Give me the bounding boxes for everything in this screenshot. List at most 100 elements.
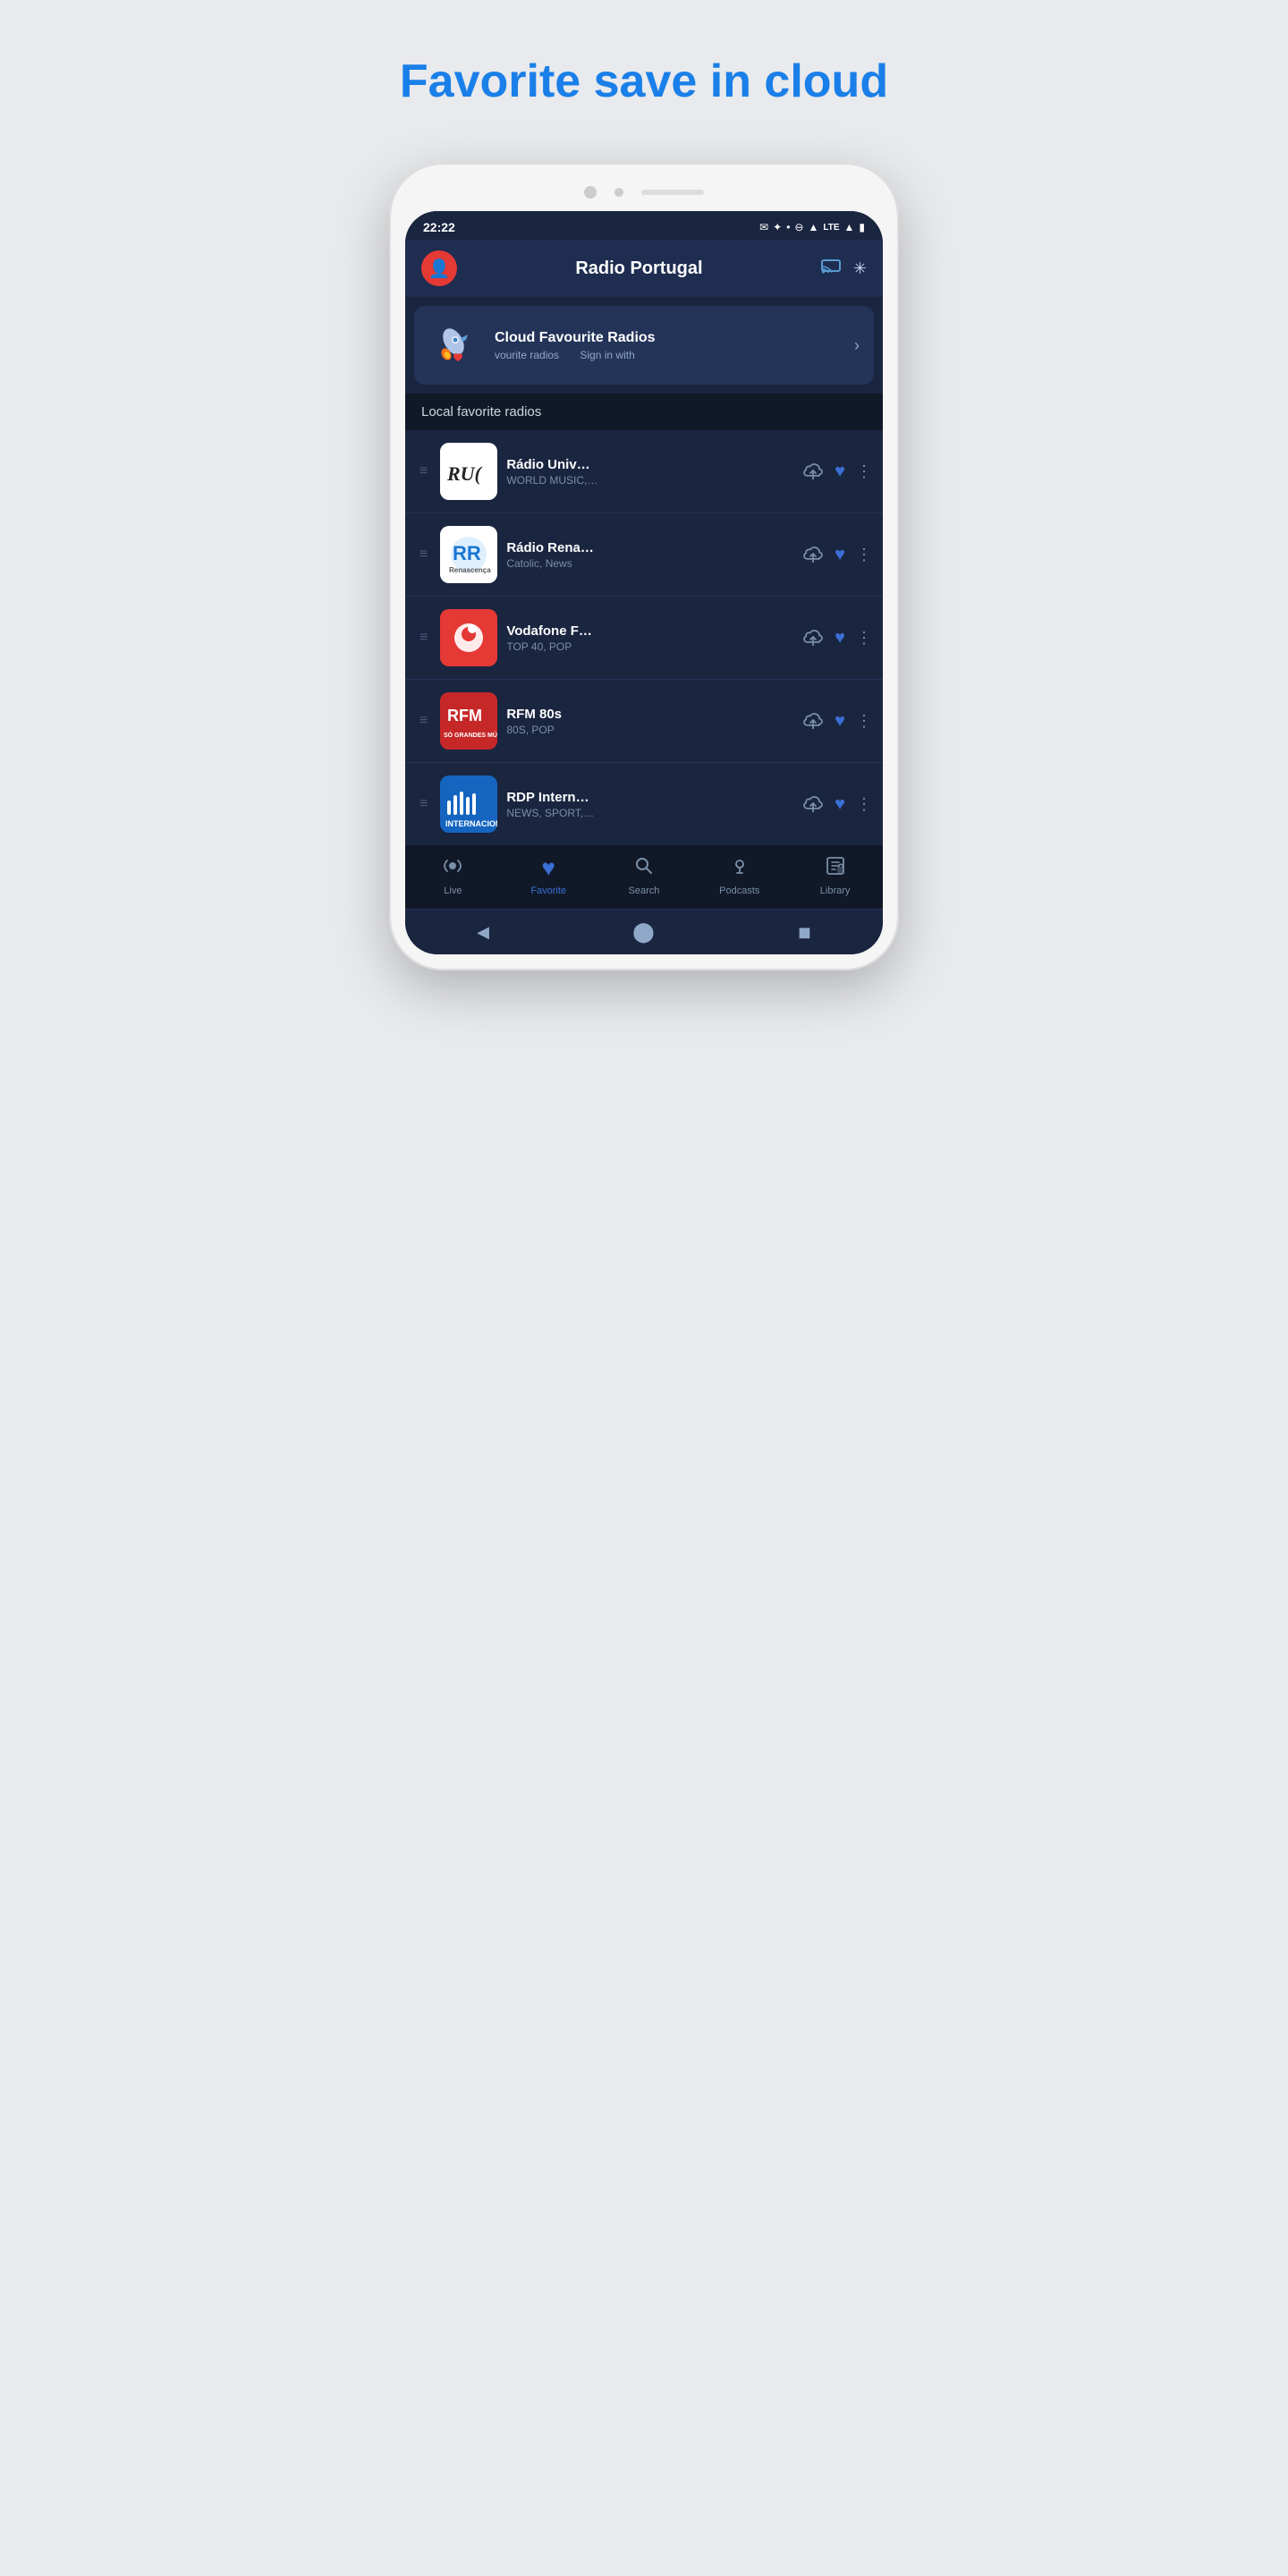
header-action-icons: ✳	[821, 258, 867, 279]
table-row[interactable]: ≡ INTERNACIONAL	[405, 763, 883, 845]
nav-item-search[interactable]: Search	[617, 855, 671, 896]
phone-camera	[584, 186, 597, 199]
status-dot: •	[786, 221, 790, 233]
radio-name: Rádio Univ…	[506, 457, 793, 472]
cloud-banner-text: Cloud Favourite Radios vourite radios Si…	[495, 330, 842, 361]
table-row[interactable]: ≡ RU( Rádio Univ… WORLD MUSIC,…	[405, 430, 883, 513]
more-options-icon[interactable]: ⋮	[856, 629, 872, 648]
phone-speaker-bar	[641, 190, 704, 195]
more-options-icon[interactable]: ⋮	[856, 712, 872, 731]
radio-info: Rádio Univ… WORLD MUSIC,…	[506, 457, 793, 487]
cast-icon[interactable]	[821, 258, 841, 279]
cloud-banner-arrow: ›	[854, 336, 860, 355]
phone-screen: 22:22 ✉ ✦ • ⊖ ▲ LTE ▲ ▮ 👤 Radio Portugal	[405, 211, 883, 954]
radio-actions: ♥ ⋮	[802, 709, 872, 733]
upload-cloud-icon[interactable]	[802, 543, 824, 567]
upload-cloud-icon[interactable]	[802, 709, 824, 733]
upload-cloud-icon[interactable]	[802, 626, 824, 650]
status-email-icon: ✉	[759, 221, 768, 233]
android-nav-bar: ◀ ⬤ ◼	[405, 909, 883, 954]
radio-tags: TOP 40, POP	[506, 640, 793, 653]
nav-item-podcasts[interactable]: Podcasts	[713, 855, 767, 896]
radio-name: Rádio Rena…	[506, 540, 793, 555]
radio-tags: Catolic, News	[506, 557, 793, 570]
section-header: Local favorite radios	[405, 394, 883, 430]
status-signal-icon: ▲	[844, 221, 855, 233]
home-button[interactable]: ⬤	[632, 920, 655, 944]
phone-speaker-dot	[614, 188, 623, 197]
table-row[interactable]: ≡ Vodafone F… TOP 40, POP	[405, 597, 883, 680]
favorite-nav-icon: ♥	[541, 854, 555, 882]
radio-info: RFM 80s 80S, POP	[506, 707, 793, 736]
favorite-heart-icon[interactable]: ♥	[835, 462, 845, 482]
more-options-icon[interactable]: ⋮	[856, 795, 872, 814]
drag-handle-icon[interactable]: ≡	[416, 796, 431, 812]
radio-name: Vodafone F…	[506, 623, 793, 639]
cloud-banner-logo	[428, 318, 482, 372]
radio-logo: INTERNACIONAL	[440, 775, 497, 833]
live-icon	[442, 855, 463, 882]
cloud-banner-sub: vourite radios Sign in with	[495, 349, 842, 361]
status-icons: ✉ ✦ • ⊖ ▲ LTE ▲ ▮	[759, 221, 865, 233]
back-button[interactable]: ◀	[477, 923, 489, 942]
radio-logo: RU(	[440, 443, 497, 500]
status-battery-icon: ▮	[859, 221, 865, 233]
drag-handle-icon[interactable]: ≡	[416, 463, 431, 479]
favorite-heart-icon[interactable]: ♥	[835, 628, 845, 648]
svg-text:SÓ GRANDES MÚSICAS.: SÓ GRANDES MÚSICAS.	[444, 731, 497, 739]
search-nav-icon	[633, 855, 655, 882]
radio-name: RDP Intern…	[506, 790, 793, 805]
drag-handle-icon[interactable]: ≡	[416, 547, 431, 563]
cloud-banner[interactable]: Cloud Favourite Radios vourite radios Si…	[414, 306, 874, 385]
table-row[interactable]: ≡ RFM SÓ GRANDES MÚSICAS. RFM 80s 80S, P…	[405, 680, 883, 763]
status-lte-icon: LTE	[823, 223, 839, 233]
nav-item-library[interactable]: Library	[809, 855, 862, 896]
nav-label-library: Library	[820, 886, 851, 896]
phone-shell: 22:22 ✉ ✦ • ⊖ ▲ LTE ▲ ▮ 👤 Radio Portugal	[389, 163, 899, 970]
radio-info: Vodafone F… TOP 40, POP	[506, 623, 793, 653]
status-notification-icon: ✦	[773, 221, 782, 233]
radio-tags: 80S, POP	[506, 724, 793, 736]
bottom-nav: Live ♥ Favorite Search	[405, 845, 883, 909]
svg-text:Renascença: Renascença	[449, 566, 491, 574]
favorite-heart-icon[interactable]: ♥	[835, 794, 845, 815]
radio-name: RFM 80s	[506, 707, 793, 722]
recents-button[interactable]: ◼	[798, 923, 811, 942]
favorite-heart-icon[interactable]: ♥	[835, 711, 845, 732]
radio-tags: WORLD MUSIC,…	[506, 474, 793, 487]
upload-cloud-icon[interactable]	[802, 460, 824, 484]
radio-logo: RR Renascença	[440, 526, 497, 583]
brightness-icon[interactable]: ✳	[853, 259, 867, 278]
library-nav-icon	[825, 855, 846, 882]
status-bar: 22:22 ✉ ✦ • ⊖ ▲ LTE ▲ ▮	[405, 211, 883, 240]
nav-item-live[interactable]: Live	[426, 855, 479, 896]
radio-actions: ♥ ⋮	[802, 460, 872, 484]
app-header: 👤 Radio Portugal ✳	[405, 240, 883, 297]
phone-top-bar	[405, 179, 883, 211]
radio-actions: ♥ ⋮	[802, 792, 872, 817]
status-mute-icon: ⊖	[794, 221, 803, 233]
radio-logo	[440, 609, 497, 666]
more-options-icon[interactable]: ⋮	[856, 546, 872, 564]
nav-label-search: Search	[629, 886, 660, 896]
radio-tags: NEWS, SPORT,…	[506, 807, 793, 819]
nav-item-favorite[interactable]: ♥ Favorite	[521, 854, 575, 896]
avatar-icon[interactable]: 👤	[421, 250, 457, 286]
nav-label-live: Live	[444, 886, 462, 896]
more-options-icon[interactable]: ⋮	[856, 462, 872, 481]
radio-actions: ♥ ⋮	[802, 626, 872, 650]
drag-handle-icon[interactable]: ≡	[416, 713, 431, 729]
page-wrapper: Favorite save in cloud 22:22 ✉ ✦ • ⊖ ▲ L…	[295, 54, 993, 970]
favorite-heart-icon[interactable]: ♥	[835, 545, 845, 565]
section-label: Local favorite radios	[421, 404, 541, 419]
upload-cloud-icon[interactable]	[802, 792, 824, 817]
table-row[interactable]: ≡ RR Renascença Rádio Rena… Catolic, New…	[405, 513, 883, 597]
svg-text:RFM: RFM	[447, 707, 482, 724]
nav-label-podcasts: Podcasts	[719, 886, 759, 896]
radio-list: ≡ RU( Rádio Univ… WORLD MUSIC,…	[405, 430, 883, 845]
drag-handle-icon[interactable]: ≡	[416, 630, 431, 646]
radio-logo: RFM SÓ GRANDES MÚSICAS.	[440, 692, 497, 750]
svg-text:RU(: RU(	[446, 462, 483, 485]
status-wifi-icon: ▲	[808, 221, 818, 233]
app-title: Radio Portugal	[470, 258, 809, 279]
